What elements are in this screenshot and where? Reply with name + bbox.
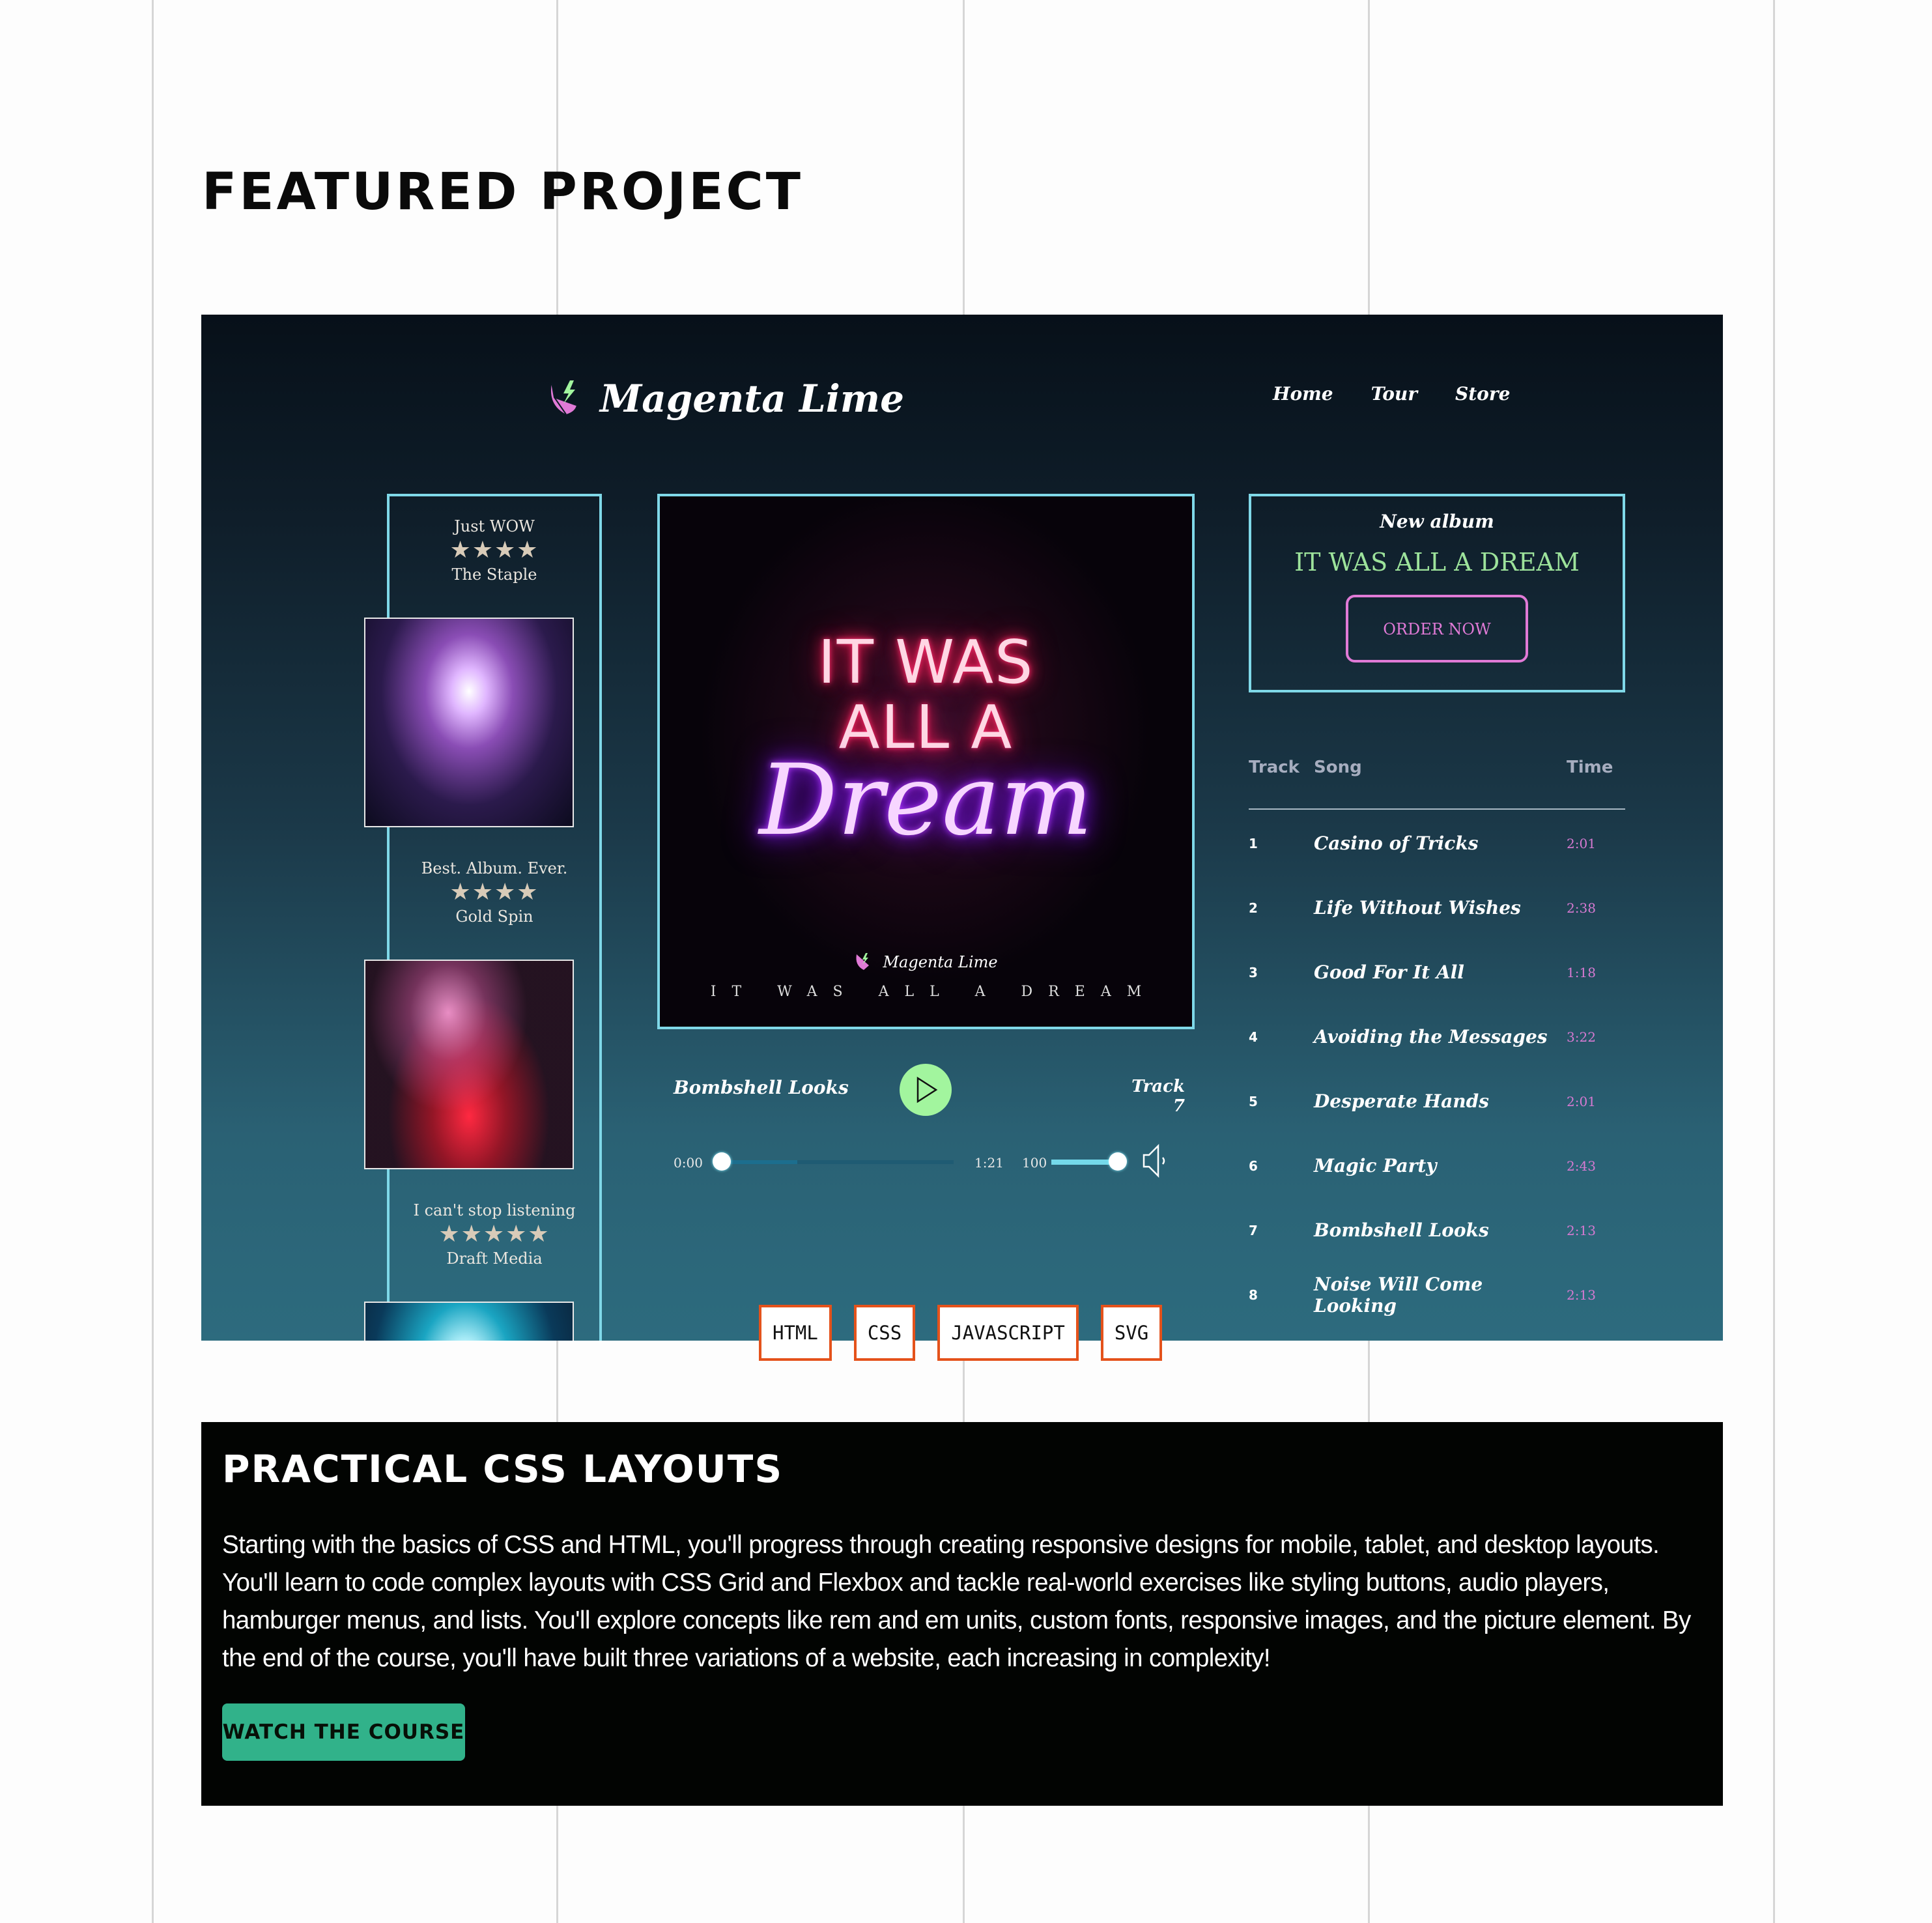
- review-card: Just WOW ★★★★ The Staple: [387, 517, 602, 584]
- grid-line: [1773, 0, 1775, 1923]
- grid-line: [152, 0, 154, 1923]
- review-card: I can't stop listening ★★★★★ Draft Media: [387, 1201, 602, 1268]
- track-time: 2:01: [1567, 1093, 1596, 1109]
- now-playing-song: Bombshell Looks: [674, 1077, 849, 1098]
- review-card: Best. Album. Ever. ★★★★ Gold Spin: [387, 859, 602, 926]
- album-logo: Magenta Lime: [660, 952, 1192, 972]
- track-row[interactable]: 7 Bombshell Looks 2:13: [1249, 1198, 1625, 1262]
- neon-dream-text: Dream: [759, 744, 1093, 857]
- header-song: Song: [1314, 758, 1362, 777]
- tag-svg: SVG: [1100, 1305, 1163, 1361]
- track-row[interactable]: 1 Casino of Tricks 2:01: [1249, 811, 1625, 876]
- tracklist-table: Track Song Time 1 Casino of Tricks 2:01 2 Li…: [1249, 758, 1625, 1327]
- duration: 1:21: [974, 1155, 1004, 1171]
- nav-tour[interactable]: Tour: [1371, 383, 1417, 405]
- speaker-icon[interactable]: [1141, 1143, 1170, 1178]
- track-song: Good For It All: [1314, 961, 1464, 983]
- fireworks-stage-image: [364, 960, 574, 1169]
- track-time: 2:38: [1567, 900, 1596, 916]
- tracklist-header: Track Song Time: [1249, 758, 1625, 810]
- track-song: Life Without Wishes: [1314, 897, 1521, 919]
- track-row[interactable]: 8 Noise Will Come Looking 2:13: [1249, 1262, 1625, 1327]
- star-rating-icon: ★★★★★: [438, 1221, 550, 1247]
- play-button[interactable]: [900, 1064, 952, 1116]
- project-preview[interactable]: Magenta Lime Home Tour Store Just WOW ★★…: [201, 315, 1723, 1341]
- review-quote: I can't stop listening: [413, 1201, 576, 1219]
- brand-name: Magenta Lime: [600, 377, 905, 421]
- tag-css: CSS: [853, 1305, 916, 1361]
- brand-logo[interactable]: Magenta Lime: [547, 377, 904, 421]
- track-time: 2:13: [1567, 1222, 1596, 1238]
- promo-title: IT WAS ALL A DREAM: [1294, 548, 1580, 577]
- track-row[interactable]: 5 Desperate Hands 2:01: [1249, 1069, 1625, 1133]
- track-row[interactable]: 3 Good For It All 1:18: [1249, 940, 1625, 1004]
- neon-line: IT WAS: [817, 627, 1034, 697]
- concert-lights-image: [364, 618, 574, 827]
- order-now-button[interactable]: ORDER NOW: [1346, 595, 1528, 662]
- track-time: 2:01: [1567, 835, 1596, 851]
- promo-label: New album: [1380, 511, 1494, 532]
- volume-handle[interactable]: [1109, 1152, 1127, 1171]
- track-number: 2: [1249, 900, 1258, 916]
- tech-tags: HTML CSS JAVASCRIPT SVG: [759, 1305, 1163, 1361]
- volume-value: 100: [1022, 1155, 1047, 1171]
- track-number: 1: [1249, 835, 1258, 851]
- volume-slider[interactable]: [1051, 1160, 1116, 1165]
- watch-course-button[interactable]: WATCH THE COURSE: [222, 1703, 465, 1761]
- header-time: Time: [1567, 758, 1613, 777]
- album-subtitle: IT WAS ALL A DREAM: [710, 984, 1158, 1000]
- lime-bolt-icon: [550, 380, 577, 415]
- nav-home[interactable]: Home: [1273, 383, 1333, 405]
- track-number: 7: [1249, 1222, 1258, 1238]
- current-time: 0:00: [674, 1155, 703, 1171]
- track-time: 1:18: [1567, 964, 1596, 980]
- course-title: PRACTICAL CSS LAYOUTS: [222, 1447, 784, 1491]
- featured-project-heading: FEATURED PROJECT: [202, 163, 803, 221]
- main-nav: Home Tour Store: [1273, 383, 1510, 405]
- track-number: 6: [1249, 1158, 1258, 1174]
- review-source: Gold Spin: [455, 907, 533, 926]
- track-song: Avoiding the Messages: [1314, 1026, 1548, 1047]
- album-cover: IT WAS ALL A Dream Magenta Lime IT WAS A…: [657, 494, 1195, 1029]
- review-source: The Staple: [451, 565, 537, 584]
- track-song: Casino of Tricks: [1314, 833, 1479, 854]
- blue-spotlight-image: [364, 1302, 574, 1341]
- new-album-promo: New album IT WAS ALL A DREAM ORDER NOW: [1249, 494, 1625, 692]
- review-source: Draft Media: [446, 1249, 543, 1268]
- track-time: 3:22: [1567, 1029, 1596, 1045]
- seek-fill: [719, 1160, 797, 1164]
- neon-sign-text: IT WAS ALL A: [660, 630, 1192, 760]
- track-number: 3: [1249, 964, 1258, 980]
- track-number: 8: [1249, 1287, 1258, 1303]
- track-song: Magic Party: [1314, 1155, 1437, 1176]
- track-row[interactable]: 4 Avoiding the Messages 3:22: [1249, 1004, 1625, 1069]
- review-quote: Best. Album. Ever.: [421, 859, 568, 877]
- track-song: Bombshell Looks: [1314, 1219, 1489, 1241]
- review-quote: Just WOW: [454, 517, 535, 535]
- tag-html: HTML: [759, 1305, 832, 1361]
- header-track: Track: [1249, 758, 1300, 777]
- track-song: Desperate Hands: [1314, 1090, 1489, 1112]
- tag-javascript: JAVASCRIPT: [937, 1305, 1079, 1361]
- track-row[interactable]: 6 Magic Party 2:43: [1249, 1133, 1625, 1198]
- now-playing-track: Track 7: [1131, 1077, 1185, 1116]
- track-time: 2:43: [1567, 1158, 1596, 1174]
- track-row[interactable]: 2 Life Without Wishes 2:38: [1249, 876, 1625, 940]
- seek-handle[interactable]: [713, 1152, 731, 1171]
- track-number: 4: [1249, 1029, 1258, 1045]
- track-time: 2:13: [1567, 1287, 1596, 1303]
- track-number: 5: [1249, 1093, 1258, 1109]
- track-song: Noise Will Come Looking: [1314, 1273, 1483, 1317]
- star-rating-icon: ★★★★: [449, 537, 539, 563]
- lime-bolt-icon: [856, 953, 870, 970]
- course-info: PRACTICAL CSS LAYOUTS Starting with the …: [201, 1422, 1723, 1806]
- star-rating-icon: ★★★★: [449, 879, 539, 905]
- play-icon: [916, 1076, 938, 1104]
- seek-slider[interactable]: [719, 1160, 954, 1164]
- course-description: Starting with the basics of CSS and HTML…: [222, 1531, 1691, 1672]
- nav-store[interactable]: Store: [1455, 383, 1510, 405]
- album-brand: Magenta Lime: [883, 953, 998, 971]
